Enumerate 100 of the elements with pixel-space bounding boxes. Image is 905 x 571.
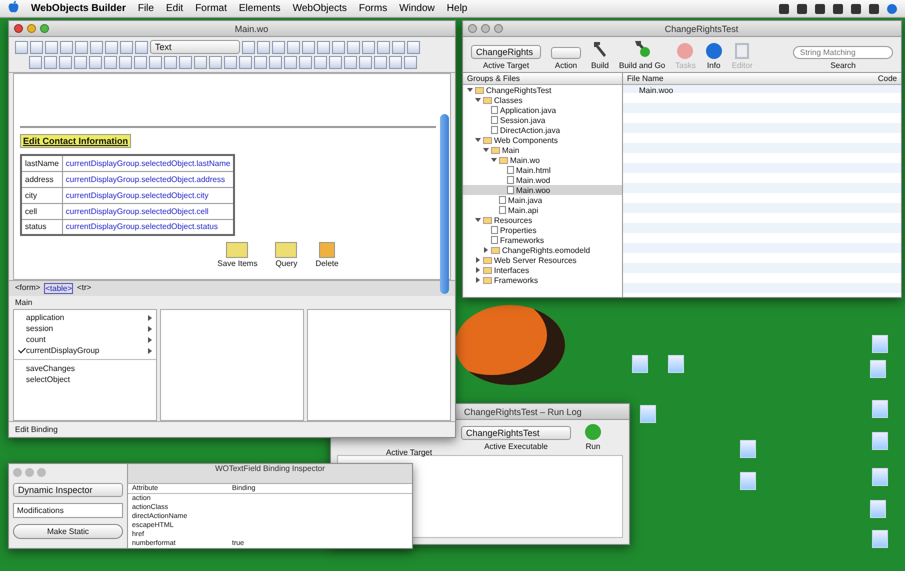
scroll-thumb[interactable] [440,114,449,294]
toolbar-icon[interactable] [60,40,73,54]
toolbar-icon[interactable] [105,40,118,54]
zoom-icon[interactable] [40,24,49,33]
toolbar-icon[interactable] [119,56,132,69]
file-row[interactable]: Main.woo [623,85,901,96]
minimize-icon[interactable] [27,24,36,33]
hammer-icon[interactable] [591,39,609,59]
toolbar-icon[interactable] [59,56,72,69]
delete-icon[interactable] [319,242,335,258]
hammer-icon[interactable] [632,39,652,59]
search-field[interactable]: String Matching [793,46,893,59]
tree-item[interactable]: Web Components [463,135,622,145]
toolbar-icon[interactable] [407,40,420,54]
tree-item[interactable]: Main.html [463,165,622,175]
toolbar-icon[interactable] [75,40,88,54]
key-item[interactable]: session [14,323,156,334]
toolbar-icon[interactable] [332,40,345,54]
toolbar-icon[interactable] [392,40,405,54]
toolbar-icon[interactable] [284,56,297,69]
tree-item[interactable]: ChangeRights.eomodeld [463,245,622,255]
target-popup[interactable]: ChangeRightsTest [461,426,571,440]
toolbar-icon[interactable] [104,56,117,69]
toolbar-icon[interactable] [179,56,192,69]
toolbar-icon[interactable] [89,56,102,69]
info-icon[interactable] [706,43,722,59]
toolbar-icon[interactable] [134,56,147,69]
toolbar-icon[interactable] [149,56,162,69]
minimize-icon[interactable] [25,468,34,477]
path-element[interactable]: <tr> [77,283,92,294]
toolbar-icon[interactable] [314,56,327,69]
tree-item[interactable]: Properties [463,225,622,235]
target-popup[interactable]: ChangeRights [471,45,541,59]
toolbar-icon[interactable] [194,56,207,69]
toolbar-icon[interactable] [329,56,342,69]
toolbar-icon[interactable] [239,56,252,69]
toolbar-icon[interactable] [135,40,148,54]
action-item[interactable]: selectObject [14,374,156,385]
menu-item[interactable]: WebObjects [292,3,347,14]
path-element[interactable]: <table> [44,283,74,294]
toolbar-icon[interactable] [30,40,43,54]
toolbar-icon[interactable] [164,56,177,69]
tree-item[interactable]: DirectAction.java [463,125,622,135]
toolbar-icon[interactable] [269,56,282,69]
disclosure-triangle[interactable] [474,216,481,224]
menu-item[interactable]: Edit [166,3,184,14]
tree-item[interactable]: Interfaces [463,265,622,275]
toolbar-icon[interactable] [209,56,222,69]
tree-item[interactable]: Main.wo [463,155,622,165]
spotlight-icon[interactable] [887,4,897,14]
toolbar-icon[interactable] [287,40,300,54]
key-item[interactable]: count [14,334,156,345]
make-static-button[interactable]: Make Static [13,524,123,539]
toolbar-icon[interactable] [44,56,57,69]
tree-item[interactable]: Main.java [463,195,622,205]
tree-item[interactable]: Main [463,145,622,155]
tree-item[interactable]: Application.java [463,105,622,115]
folder-icon[interactable] [275,242,298,258]
close-icon[interactable] [14,24,23,33]
toolbar-icon[interactable] [45,40,58,54]
path-element[interactable]: <form> [15,283,40,294]
toolbar-icon[interactable] [299,56,312,69]
toolbar-icon[interactable] [359,56,372,69]
tree-item[interactable]: Web Server Resources [463,255,622,265]
folder-icon[interactable] [226,242,248,258]
toolbar-icon[interactable] [29,56,42,69]
zoom-icon[interactable] [494,24,503,33]
menu-item[interactable]: Elements [238,3,281,14]
app-menu[interactable]: WebObjects Builder [31,3,126,14]
menu-item[interactable]: Forms [358,3,388,14]
action-item[interactable]: saveChanges [14,363,156,374]
close-icon[interactable] [468,24,477,33]
toolbar-icon[interactable] [15,40,28,54]
key-item[interactable]: application [14,312,156,323]
window-icon[interactable] [735,43,750,59]
toolbar-icon[interactable] [257,40,270,54]
inspector-popup[interactable]: Dynamic Inspector [13,483,123,497]
menu-item[interactable]: Window [399,3,435,14]
toolbar-icon[interactable] [404,56,417,69]
tree-item[interactable]: Frameworks [463,275,622,285]
tree-item[interactable]: ChangeRightsTest [463,85,622,95]
play-icon[interactable] [585,424,601,440]
menu-item[interactable]: Help [446,3,468,14]
toolbar-icon[interactable] [224,56,237,69]
toolbar-icon[interactable] [317,40,330,54]
tree-item[interactable]: Resources [463,215,622,225]
tree-item[interactable]: Frameworks [463,235,622,245]
text-field[interactable]: Modifications [13,503,123,518]
font-popup[interactable]: Text [150,40,240,54]
toolbar-icon[interactable] [74,56,87,69]
tree-item[interactable]: Main.woo [463,185,622,195]
toolbar-icon[interactable] [242,40,255,54]
stop-icon[interactable] [677,43,694,59]
toolbar-icon[interactable] [90,40,103,54]
toolbar-icon[interactable] [362,40,375,54]
tree-item[interactable]: Classes [463,95,622,105]
tree-item[interactable]: Main.api [463,205,622,215]
tree-item[interactable]: Session.java [463,115,622,125]
tree-item[interactable]: Main.wod [463,175,622,185]
toolbar-icon[interactable] [120,40,133,54]
